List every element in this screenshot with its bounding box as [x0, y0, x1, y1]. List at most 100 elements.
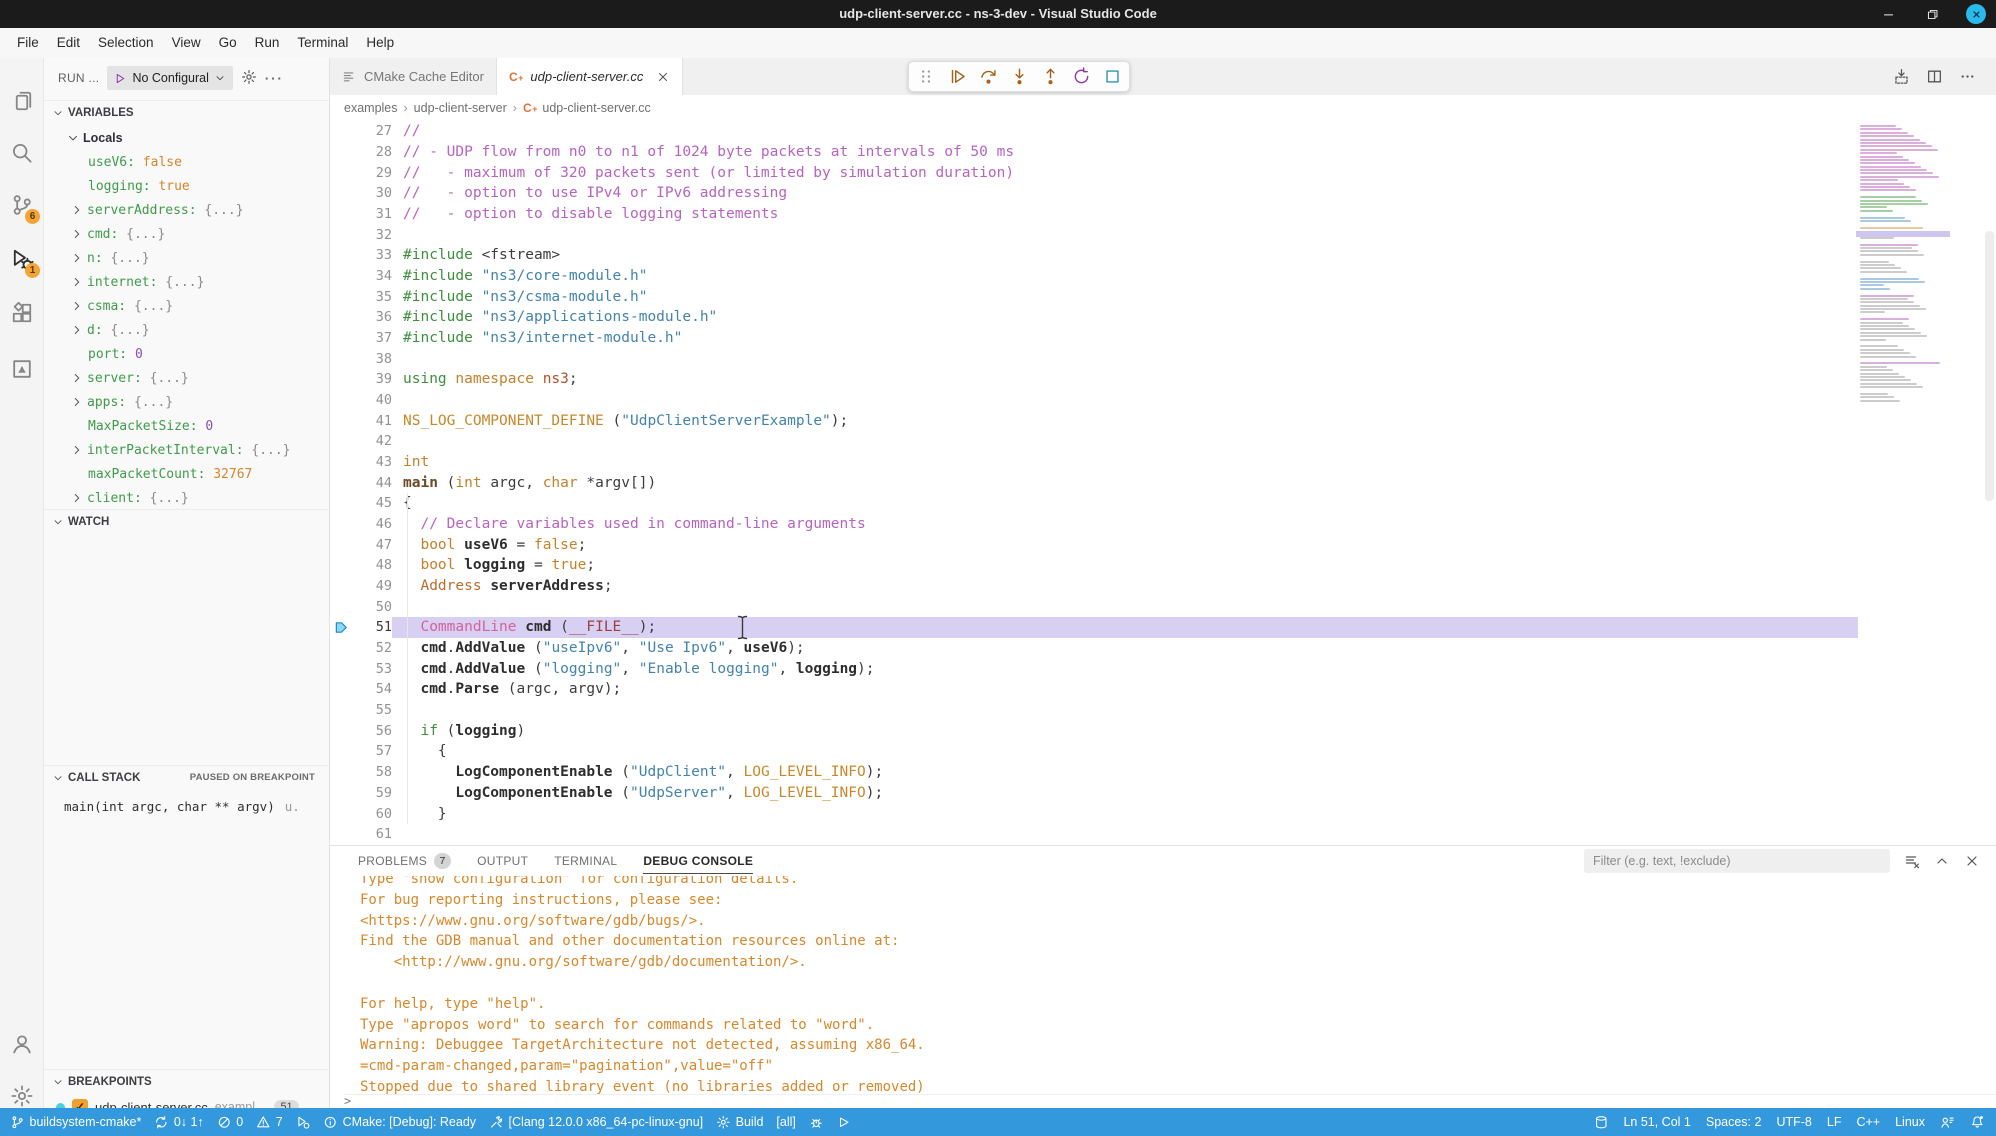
status-play[interactable]: [836, 1115, 851, 1130]
variable-MaxPacketSize[interactable]: MaxPacketSize: 0: [44, 414, 329, 438]
minimize-button[interactable]: [1878, 4, 1898, 24]
status-spaces-2[interactable]: Spaces: 2: [1706, 1115, 1762, 1129]
breadcrumb-item[interactable]: C+udp-client-server.cc: [523, 101, 651, 115]
panel-tab-terminal[interactable]: TERMINAL: [554, 846, 617, 876]
restore-button[interactable]: [1922, 4, 1942, 24]
code-line-29[interactable]: 29// - maximum of 320 packets sent (or l…: [330, 162, 1858, 183]
variable-client[interactable]: client: {...}: [44, 486, 329, 510]
variable-serverAddress[interactable]: serverAddress: {...}: [44, 198, 329, 222]
status-error[interactable]: 0: [217, 1115, 243, 1130]
activity-cmake[interactable]: [0, 346, 44, 392]
status-tools[interactable]: [Clang 12.0.0 x86_64-pc-linux-gnu]: [489, 1115, 703, 1130]
menu-edit[interactable]: Edit: [48, 32, 89, 54]
maximize-panel-icon[interactable]: [1934, 853, 1950, 869]
code-line-38[interactable]: 38: [330, 348, 1858, 369]
variable-server[interactable]: server: {...}: [44, 366, 329, 390]
code-line-33[interactable]: 33#include <fstream>: [330, 245, 1858, 266]
clear-console-icon[interactable]: [1904, 853, 1920, 869]
console-prompt[interactable]: >: [344, 1094, 1996, 1108]
code-line-60[interactable]: 60 }: [330, 803, 1858, 824]
code-line-46[interactable]: 46 // Declare variables used in command-…: [330, 514, 1858, 535]
launch-config-dropdown[interactable]: No Configural: [107, 66, 232, 90]
code-line-48[interactable]: 48 bool logging = true;: [330, 555, 1858, 576]
breakpoint-checkbox[interactable]: ✓: [72, 1099, 88, 1108]
gripper-button[interactable]: [915, 66, 937, 88]
menu-terminal[interactable]: Terminal: [288, 32, 357, 54]
code-line-57[interactable]: 57 {: [330, 741, 1858, 762]
variable-n[interactable]: n: {...}: [44, 246, 329, 270]
start-debug-icon[interactable]: [114, 72, 127, 85]
variable-cmd[interactable]: cmd: {...}: [44, 222, 329, 246]
stop-button[interactable]: [1101, 66, 1123, 88]
code-line-34[interactable]: 34#include "ns3/core-module.h": [330, 266, 1858, 287]
tab-cmake-cache-editor[interactable]: CMake Cache Editor: [330, 58, 497, 95]
variables-section-header[interactable]: VARIABLES: [44, 100, 329, 124]
status-warning[interactable]: 7: [256, 1115, 282, 1130]
status-gear[interactable]: Build: [716, 1115, 763, 1130]
code-line-47[interactable]: 47 bool useV6 = false;: [330, 534, 1858, 555]
close-button[interactable]: [1966, 4, 1986, 24]
console-filter-input[interactable]: [1584, 849, 1890, 873]
code-line-49[interactable]: 49 Address serverAddress;: [330, 576, 1858, 597]
more-actions-icon[interactable]: [1959, 68, 1976, 85]
code-line-39[interactable]: 39using namespace ns3;: [330, 369, 1858, 390]
debug-settings-button[interactable]: [241, 69, 257, 88]
status-database[interactable]: [1594, 1115, 1609, 1130]
breadcrumb-item[interactable]: udp-client-server: [414, 101, 507, 115]
menu-selection[interactable]: Selection: [89, 32, 163, 54]
status-bell[interactable]: [1970, 1115, 1985, 1130]
activity-extensions[interactable]: [0, 290, 44, 336]
code-line-58[interactable]: 58 LogComponentEnable ("UdpClient", LOG_…: [330, 762, 1858, 783]
code-line-42[interactable]: 42: [330, 431, 1858, 452]
variable-maxPacketCount[interactable]: maxPacketCount: 32767: [44, 462, 329, 486]
status-info[interactable]: CMake: [Debug]: Ready: [323, 1115, 476, 1130]
variable-useV6[interactable]: useV6: false: [44, 150, 329, 174]
panel-tab-debug-console[interactable]: DEBUG CONSOLE: [643, 846, 753, 876]
debug-console-output[interactable]: Type "show configuration" for configurat…: [360, 876, 1986, 1095]
restart-button[interactable]: [1070, 66, 1092, 88]
status-sync[interactable]: 0↓ 1↑: [154, 1115, 203, 1130]
editor-scrollbar[interactable]: [1985, 231, 1994, 501]
variable-d[interactable]: d: {...}: [44, 318, 329, 342]
code-line-55[interactable]: 55: [330, 700, 1858, 721]
gutter[interactable]: [330, 620, 352, 635]
breadcrumb-item[interactable]: examples: [344, 101, 398, 115]
status-linux[interactable]: Linux: [1895, 1115, 1925, 1129]
split-editor-icon[interactable]: [1926, 68, 1943, 85]
close-tab-icon[interactable]: [656, 70, 670, 84]
continue-button[interactable]: [946, 66, 968, 88]
status-lf[interactable]: LF: [1827, 1115, 1842, 1129]
watch-section-header[interactable]: WATCH: [44, 509, 329, 533]
menu-file[interactable]: File: [8, 32, 48, 54]
minimap[interactable]: [1860, 125, 1946, 845]
variable-internet[interactable]: internet: {...}: [44, 270, 329, 294]
variable-apps[interactable]: apps: {...}: [44, 390, 329, 414]
status-utf-8[interactable]: UTF-8: [1776, 1115, 1811, 1129]
close-panel-icon[interactable]: [1964, 853, 1980, 869]
code-line-43[interactable]: 43int: [330, 452, 1858, 473]
code-line-37[interactable]: 37#include "ns3/internet-module.h": [330, 328, 1858, 349]
code-line-36[interactable]: 36#include "ns3/applications-module.h": [330, 307, 1858, 328]
variable-csma[interactable]: csma: {...}: [44, 294, 329, 318]
code-line-40[interactable]: 40: [330, 390, 1858, 411]
status-bug[interactable]: [809, 1115, 824, 1130]
stack-frame-main[interactable]: main(int argc, char ** argv) u.: [44, 794, 329, 818]
code-line-32[interactable]: 32: [330, 224, 1858, 245]
menu-go[interactable]: Go: [210, 32, 246, 54]
step-out-button[interactable]: [1039, 66, 1061, 88]
code-line-53[interactable]: 53 cmd.AddValue ("logging", "Enable logg…: [330, 658, 1858, 679]
code-line-50[interactable]: 50: [330, 596, 1858, 617]
code-line-59[interactable]: 59 LogComponentEnable ("UdpServer", LOG_…: [330, 783, 1858, 804]
code-line-54[interactable]: 54 cmd.Parse (argc, argv);: [330, 679, 1858, 700]
activity-search[interactable]: [0, 130, 44, 176]
code-line-44[interactable]: 44main (int argc, char *argv[]): [330, 472, 1858, 493]
debug-views-more-button[interactable]: ···: [265, 71, 284, 86]
activity-source-control[interactable]: 6: [0, 182, 44, 228]
step-into-button[interactable]: [1008, 66, 1030, 88]
code-line-27[interactable]: 27//: [330, 121, 1858, 142]
code-line-61[interactable]: 61: [330, 824, 1858, 845]
run-below-icon[interactable]: [1893, 68, 1910, 85]
code-line-28[interactable]: 28// - UDP flow from n0 to n1 of 1024 by…: [330, 142, 1858, 163]
variable-interPacketInterval[interactable]: interPacketInterval: {...}: [44, 438, 329, 462]
variable-port[interactable]: port: 0: [44, 342, 329, 366]
